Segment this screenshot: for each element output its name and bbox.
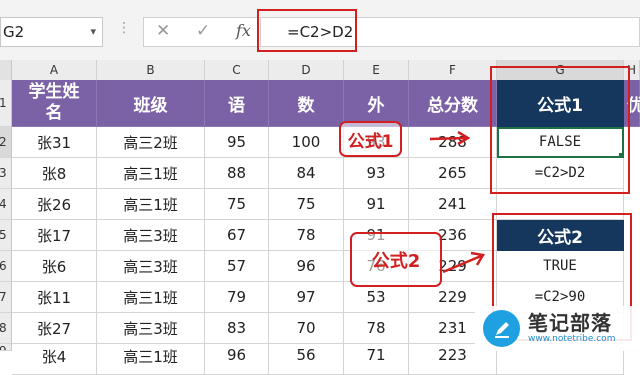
annotation-label-formula2: 公式2 [350, 232, 442, 287]
formula-bar-buttons: ✕ ✓ fx [143, 17, 258, 47]
row-header-5[interactable]: 5 [0, 220, 12, 251]
header-class[interactable]: 班级 [97, 80, 205, 127]
cell-math[interactable]: 96 [269, 251, 344, 282]
header-student-name[interactable]: 学生姓名 [12, 80, 97, 127]
cell-chinese[interactable]: 67 [205, 220, 269, 251]
cell-english[interactable]: 91 [344, 189, 409, 220]
cell-class[interactable]: 高三1班 [97, 158, 205, 189]
cell-math[interactable]: 84 [269, 158, 344, 189]
cell-english[interactable]: 78 [344, 313, 409, 344]
cell-english[interactable]: 93 [344, 158, 409, 189]
cell-name[interactable]: 张27 [12, 313, 97, 344]
arrow-right-icon [429, 130, 471, 146]
row-header-4[interactable]: 4 [0, 189, 12, 220]
cell-name[interactable]: 张8 [12, 158, 97, 189]
column-header-c[interactable]: C [205, 60, 269, 80]
cell-class[interactable]: 高三1班 [97, 282, 205, 313]
row-header-3[interactable]: 3 [0, 158, 12, 189]
cell-class[interactable]: 高三1班 [97, 189, 205, 220]
cell-chinese[interactable]: 57 [205, 251, 269, 282]
cell-chinese[interactable]: 75 [205, 189, 269, 220]
select-all-corner[interactable] [0, 60, 12, 80]
cell-math[interactable]: 78 [269, 220, 344, 251]
row-header-9[interactable]: 9 [0, 344, 12, 351]
cell-name[interactable]: 张6 [12, 251, 97, 282]
formula-highlight-box [257, 9, 357, 52]
cell-class[interactable]: 高三3班 [97, 251, 205, 282]
cell-math[interactable]: 75 [269, 189, 344, 220]
cell-chinese[interactable]: 79 [205, 282, 269, 313]
cell-name[interactable]: 张4 [12, 344, 97, 375]
cell-math[interactable]: 70 [269, 313, 344, 344]
drag-handle-icon[interactable]: ⋮ [117, 20, 131, 36]
annotation-label-formula1: 公式1 [339, 121, 402, 157]
cell-math[interactable]: 97 [269, 282, 344, 313]
row-header-8[interactable]: 8 [0, 313, 12, 344]
column-header-a[interactable]: A [12, 60, 97, 80]
cell-name[interactable]: 张26 [12, 189, 97, 220]
column-header-d[interactable]: D [269, 60, 344, 80]
insert-function-icon[interactable]: fx [236, 21, 251, 40]
cancel-icon[interactable]: ✕ [156, 21, 170, 41]
header-english[interactable]: 外 [344, 80, 409, 127]
cell-chinese[interactable]: 83 [205, 313, 269, 344]
cell-name[interactable]: 张31 [12, 127, 97, 158]
cell-english[interactable]: 71 [344, 344, 409, 375]
cell-class[interactable]: 高三3班 [97, 220, 205, 251]
cell-name[interactable]: 张17 [12, 220, 97, 251]
cell-chinese[interactable]: 88 [205, 158, 269, 189]
watermark-url: www.notetribe.com [528, 334, 616, 344]
row-header-7[interactable]: 7 [0, 282, 12, 313]
name-box-value: G2 [3, 23, 25, 41]
name-box[interactable]: G2 ▾ [0, 17, 103, 47]
cell-chinese[interactable]: 96 [205, 344, 269, 375]
cell-class[interactable]: 高三3班 [97, 313, 205, 344]
formula1-highlight-box [490, 66, 630, 194]
row-header-1[interactable]: 1 [0, 80, 12, 127]
row-header-2[interactable]: 2 [0, 127, 12, 158]
cell-class[interactable]: 高三2班 [97, 127, 205, 158]
header-chinese[interactable]: 语 [205, 80, 269, 127]
cell-math[interactable]: 56 [269, 344, 344, 375]
header-total[interactable]: 总分数 [409, 80, 497, 127]
cell-total[interactable]: 241 [409, 189, 497, 220]
column-header-f[interactable]: F [409, 60, 497, 80]
cell-name[interactable]: 张11 [12, 282, 97, 313]
chevron-down-icon[interactable]: ▾ [90, 18, 96, 46]
watermark-title: 笔记部落 [528, 311, 612, 335]
row-header-6[interactable]: 6 [0, 251, 12, 282]
arrow-right-icon [442, 251, 486, 274]
header-math[interactable]: 数 [269, 80, 344, 127]
column-header-b[interactable]: B [97, 60, 205, 80]
cell-chinese[interactable]: 95 [205, 127, 269, 158]
cell-class[interactable]: 高三1班 [97, 344, 205, 375]
cell-math[interactable]: 100 [269, 127, 344, 158]
column-header-e[interactable]: E [344, 60, 409, 80]
pen-icon [483, 310, 520, 347]
watermark: 笔记部落 www.notetribe.com [475, 306, 640, 351]
cell-total[interactable]: 265 [409, 158, 497, 189]
enter-icon[interactable]: ✓ [196, 21, 210, 41]
